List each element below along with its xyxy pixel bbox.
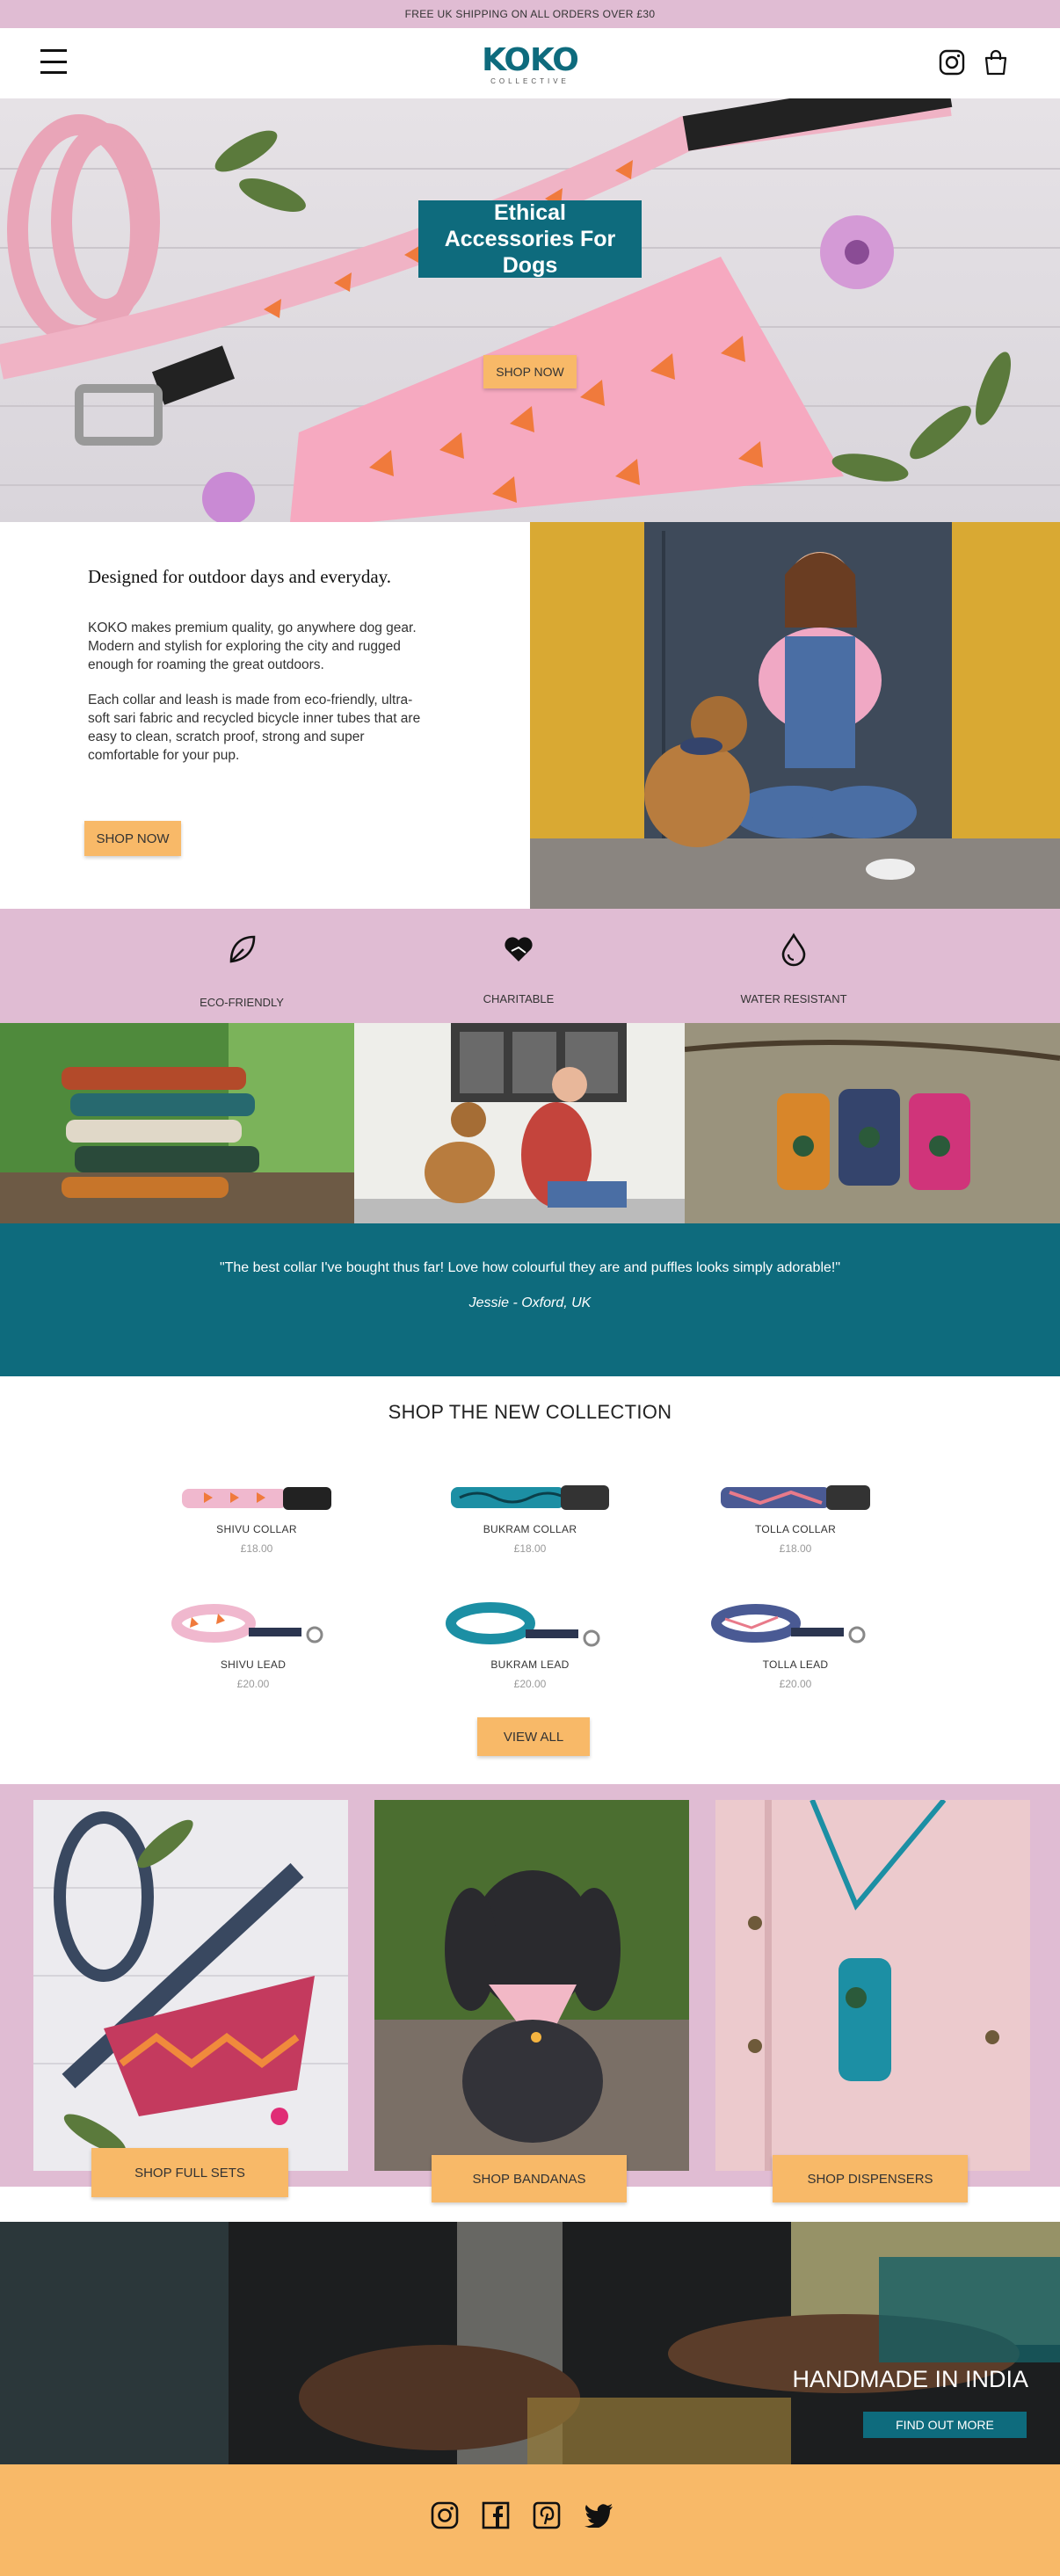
about-photo [530, 522, 1060, 909]
instagram-icon[interactable] [939, 49, 965, 76]
product-card[interactable]: TOLLA LEAD £20.00 [708, 1601, 883, 1690]
testimonial-quote: "The best collar I've bought thus far! L… [219, 1260, 841, 1275]
gallery-dispensers-photo [685, 1023, 1060, 1223]
feature-charitable: CHARITABLE [431, 932, 606, 1005]
instagram-icon[interactable] [431, 2501, 459, 2529]
product-card[interactable]: TOLLA COLLAR £18.00 [708, 1475, 883, 1555]
product-name: SHIVU LEAD [220, 1658, 287, 1671]
product-card[interactable]: SHIVU COLLAR £18.00 [169, 1475, 345, 1555]
product-image [171, 1604, 323, 1644]
water-drop-icon [781, 932, 806, 967]
hero-banner [0, 98, 1060, 522]
hero-shop-now-button[interactable]: SHOP NOW [483, 355, 577, 388]
shop-full-sets-button[interactable]: SHOP FULL SETS [91, 2148, 288, 2197]
collection-title: SHOP THE NEW COLLECTION [388, 1401, 672, 1423]
feature-label: WATER RESISTANT [740, 992, 847, 1005]
product-image [451, 1485, 609, 1510]
product-name: TOLLA LEAD [762, 1658, 829, 1671]
logo-word: KOKO [482, 42, 579, 78]
announcement-bar: FREE UK SHIPPING ON ALL ORDERS OVER £30 [0, 0, 1060, 28]
hero-title-text: Ethical Accessories For Dogs [444, 200, 616, 278]
pinterest-icon[interactable] [533, 2501, 561, 2529]
product-image [182, 1487, 331, 1510]
feature-water-resistant: WATER RESISTANT [706, 932, 882, 1005]
gallery-woman-dog-photo [354, 1023, 685, 1223]
about-heading: Designed for outdoor days and everyday. [88, 566, 392, 587]
product-price: £20.00 [513, 1678, 547, 1690]
features-section: ECO-FRIENDLY CHARITABLE WATER RESISTANT [0, 909, 1060, 1023]
handmade-title: HANDMADE IN INDIA [792, 2366, 1028, 2392]
find-out-more-button[interactable]: FIND OUT MORE [863, 2412, 1027, 2438]
product-price: £18.00 [240, 1542, 273, 1555]
product-price: £20.00 [779, 1678, 812, 1690]
feature-label: ECO-FRIENDLY [200, 996, 284, 1009]
heart-hands-icon [505, 937, 533, 961]
view-all-button[interactable]: VIEW ALL [477, 1717, 590, 1756]
cart-icon[interactable] [983, 49, 1009, 76]
categories-section [0, 1784, 1060, 2187]
product-price: £18.00 [779, 1542, 812, 1555]
product-name: BUKRAM LEAD [490, 1658, 570, 1671]
product-card[interactable]: BUKRAM COLLAR £18.00 [442, 1475, 618, 1555]
about-section: Designed for outdoor days and everyday. … [0, 522, 530, 909]
leaf-icon [229, 935, 256, 963]
logo-sub: COLLECTIVE [490, 77, 570, 85]
product-name: SHIVU COLLAR [216, 1523, 297, 1535]
announcement-text: FREE UK SHIPPING ON ALL ORDERS OVER £30 [404, 8, 656, 20]
feature-eco-friendly: ECO-FRIENDLY [154, 932, 330, 1009]
hero-title: Ethical Accessories For Dogs [418, 200, 642, 278]
dispensers-photo [715, 1800, 1030, 2171]
facebook-icon[interactable] [482, 2501, 510, 2529]
product-price: £20.00 [236, 1678, 270, 1690]
bandanas-photo [374, 1800, 689, 2171]
about-shop-now-button[interactable]: SHOP NOW [84, 821, 181, 856]
testimonial-section: "The best collar I've bought thus far! L… [0, 1223, 1060, 1376]
hero-image [0, 98, 1060, 522]
shop-dispensers-button[interactable]: SHOP DISPENSERS [773, 2155, 968, 2202]
product-name: TOLLA COLLAR [754, 1523, 837, 1535]
logo[interactable]: KOKO COLLECTIVE [470, 44, 590, 90]
gallery-collars-photo [0, 1023, 354, 1223]
product-price: £18.00 [513, 1542, 547, 1555]
product-name: BUKRAM COLLAR [483, 1523, 577, 1535]
about-para-1: KOKO makes premium quality, go anywhere … [88, 620, 417, 672]
menu-icon[interactable] [40, 49, 67, 74]
product-image [446, 1602, 600, 1647]
product-card[interactable]: SHIVU LEAD £20.00 [165, 1601, 341, 1690]
full-sets-photo [33, 1800, 348, 2171]
site-footer [0, 2464, 1060, 2576]
twitter-icon[interactable] [584, 2503, 613, 2528]
testimonial-author: Jessie - Oxford, UK [468, 1295, 592, 1310]
product-image [711, 1604, 866, 1644]
product-card[interactable]: BUKRAM LEAD £20.00 [442, 1601, 618, 1690]
about-para-2: Each collar and leash is made from eco-f… [88, 693, 421, 763]
product-image [721, 1485, 870, 1510]
feature-label: CHARITABLE [483, 992, 555, 1005]
shop-bandanas-button[interactable]: SHOP BANDANAS [432, 2155, 627, 2202]
